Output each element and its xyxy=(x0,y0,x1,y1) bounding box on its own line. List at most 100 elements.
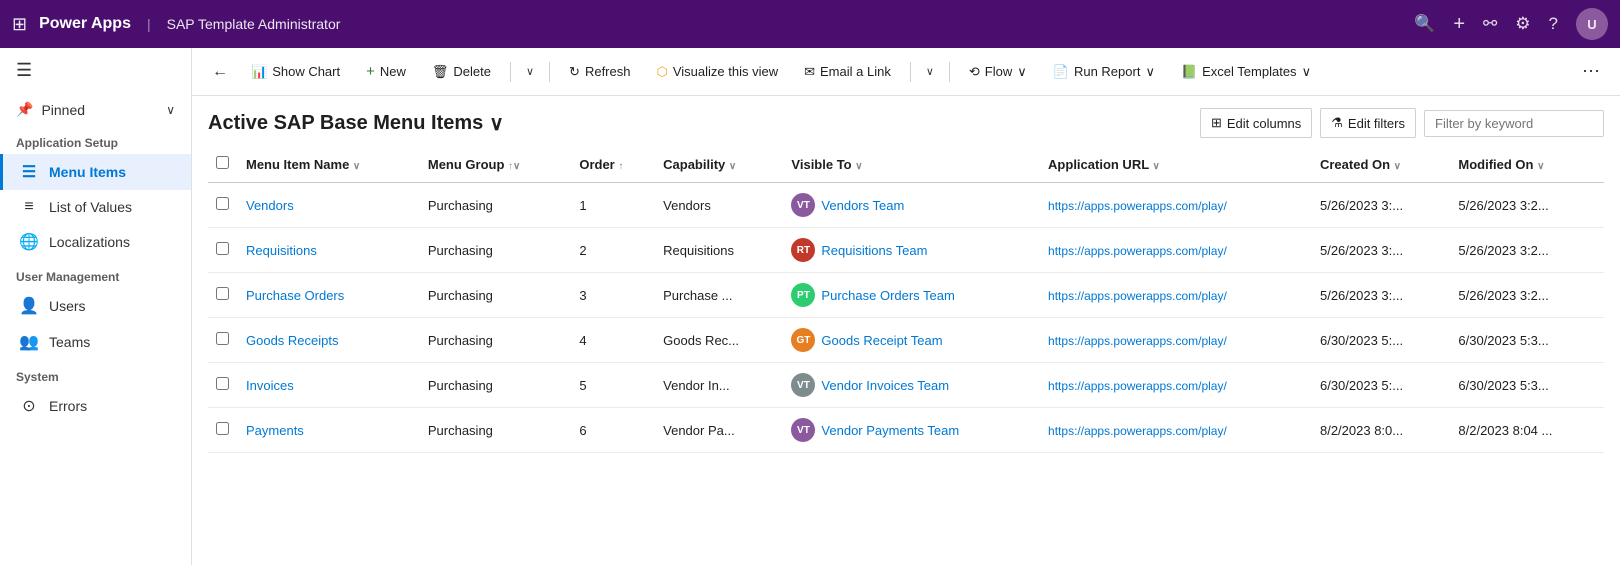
email-link-button[interactable]: ✉ Email a Link xyxy=(793,57,902,87)
delete-button[interactable]: 🗑 Delete xyxy=(421,57,502,87)
row-checkbox[interactable] xyxy=(208,183,238,228)
row-select-checkbox[interactable] xyxy=(216,242,229,255)
row-select-checkbox[interactable] xyxy=(216,197,229,210)
col-header-capability[interactable]: Capability ∨ xyxy=(655,146,783,183)
cell-modified-on: 8/2/2023 8:04 ... xyxy=(1450,408,1604,453)
flow-button[interactable]: ⟲ Flow ∨ xyxy=(958,57,1038,87)
search-icon[interactable]: 🔍 xyxy=(1414,14,1435,34)
team-link[interactable]: Requisitions Team xyxy=(821,243,927,258)
excel-templates-button[interactable]: 📗 Excel Templates ∨ xyxy=(1170,57,1322,87)
row-checkbox[interactable] xyxy=(208,363,238,408)
app-name[interactable]: Power Apps xyxy=(39,15,131,33)
row-checkbox[interactable] xyxy=(208,273,238,318)
new-icon: + xyxy=(366,63,375,80)
row-checkbox[interactable] xyxy=(208,408,238,453)
sort-icon-modified: ∨ xyxy=(1537,161,1544,172)
show-chart-button[interactable]: 📊 Show Chart xyxy=(240,57,351,87)
row-select-checkbox[interactable] xyxy=(216,332,229,345)
cell-app-url: https://apps.powerapps.com/play/ xyxy=(1040,228,1312,273)
settings-icon[interactable]: ⚙ xyxy=(1515,14,1530,34)
menu-item-link[interactable]: Requisitions xyxy=(246,243,317,258)
col-header-order[interactable]: Order ↑ xyxy=(571,146,655,183)
row-select-checkbox[interactable] xyxy=(216,377,229,390)
refresh-button[interactable]: ↻ Refresh xyxy=(558,57,641,87)
hamburger-icon[interactable]: ☰ xyxy=(0,48,191,93)
team-link[interactable]: Vendor Payments Team xyxy=(821,423,959,438)
toolbar-sep-1 xyxy=(510,62,511,82)
menu-item-link[interactable]: Goods Receipts xyxy=(246,333,339,348)
team-avatar: VT xyxy=(791,193,815,217)
cell-created-on: 8/2/2023 8:0... xyxy=(1312,408,1450,453)
sort-icon-url: ∨ xyxy=(1153,161,1160,172)
toolbar-sep-2 xyxy=(549,62,550,82)
col-header-app-url[interactable]: Application URL ∨ xyxy=(1040,146,1312,183)
col-header-menu-group[interactable]: Menu Group ↑∨ xyxy=(420,146,571,183)
add-icon[interactable]: + xyxy=(1453,13,1465,36)
more-options-button[interactable]: ⋯ xyxy=(1574,55,1608,88)
app-url-link[interactable]: https://apps.powerapps.com/play/ xyxy=(1048,334,1227,348)
sidebar-item-teams[interactable]: 👥 Teams xyxy=(0,324,191,360)
app-url-link[interactable]: https://apps.powerapps.com/play/ xyxy=(1048,424,1227,438)
sidebar-item-users[interactable]: 👤 Users xyxy=(0,288,191,324)
flow-label: Flow xyxy=(985,64,1012,79)
email-chevron[interactable]: ∨ xyxy=(919,58,941,85)
menu-item-link[interactable]: Vendors xyxy=(246,198,294,213)
app-url-link[interactable]: https://apps.powerapps.com/play/ xyxy=(1048,379,1227,393)
col-header-created-on[interactable]: Created On ∨ xyxy=(1312,146,1450,183)
filter-icon[interactable]: ⚯ xyxy=(1483,14,1497,34)
row-select-checkbox[interactable] xyxy=(216,422,229,435)
top-navigation: ⊞ Power Apps | SAP Template Administrato… xyxy=(0,0,1620,48)
sidebar-item-list-of-values[interactable]: ≡ List of Values xyxy=(0,190,191,224)
sidebar-label-localizations: Localizations xyxy=(49,234,130,250)
sidebar-pinned[interactable]: 📌 Pinned ∨ xyxy=(0,93,191,126)
user-avatar[interactable]: U xyxy=(1576,8,1608,40)
app-url-link[interactable]: https://apps.powerapps.com/play/ xyxy=(1048,244,1227,258)
edit-filters-button[interactable]: ⚗ Edit filters xyxy=(1320,108,1416,138)
localizations-icon: 🌐 xyxy=(19,232,39,252)
help-icon[interactable]: ? xyxy=(1549,14,1558,34)
new-button[interactable]: + New xyxy=(355,56,417,87)
sidebar-item-errors[interactable]: ⊙ Errors xyxy=(0,388,191,424)
back-button[interactable]: ← xyxy=(204,59,236,85)
cell-order: 3 xyxy=(571,273,655,318)
team-link[interactable]: Vendors Team xyxy=(821,198,904,213)
sidebar-item-menu-items[interactable]: ☰ Menu Items xyxy=(0,154,191,190)
email-icon: ✉ xyxy=(804,64,815,80)
team-link[interactable]: Goods Receipt Team xyxy=(821,333,942,348)
edit-columns-button[interactable]: ⊞ Edit columns xyxy=(1200,108,1312,138)
edit-columns-icon: ⊞ xyxy=(1211,115,1222,131)
app-url-link[interactable]: https://apps.powerapps.com/play/ xyxy=(1048,289,1227,303)
section-header-system: System xyxy=(0,360,191,388)
cell-capability: Vendor In... xyxy=(655,363,783,408)
page-title[interactable]: Active SAP Base Menu Items ∨ xyxy=(208,111,504,136)
sidebar-label-menu-items: Menu Items xyxy=(49,164,126,180)
row-select-checkbox[interactable] xyxy=(216,287,229,300)
visualize-button[interactable]: ⬡ Visualize this view xyxy=(645,57,789,87)
cell-app-url: https://apps.powerapps.com/play/ xyxy=(1040,273,1312,318)
row-checkbox[interactable] xyxy=(208,228,238,273)
sidebar-item-localizations[interactable]: 🌐 Localizations xyxy=(0,224,191,260)
team-avatar: GT xyxy=(791,328,815,352)
cell-modified-on: 6/30/2023 5:3... xyxy=(1450,318,1604,363)
edit-columns-label: Edit columns xyxy=(1227,116,1301,131)
delete-chevron[interactable]: ∨ xyxy=(519,58,541,85)
col-header-menu-item-name[interactable]: Menu Item Name ∨ xyxy=(238,146,420,183)
run-report-button[interactable]: 📄 Run Report ∨ xyxy=(1042,57,1166,87)
email-label: Email a Link xyxy=(820,64,891,79)
app-url-link[interactable]: https://apps.powerapps.com/play/ xyxy=(1048,199,1227,213)
col-header-modified-on[interactable]: Modified On ∨ xyxy=(1450,146,1604,183)
menu-item-link[interactable]: Invoices xyxy=(246,378,294,393)
team-link[interactable]: Vendor Invoices Team xyxy=(821,378,949,393)
row-checkbox[interactable] xyxy=(208,318,238,363)
list-icon: ≡ xyxy=(19,198,39,216)
grid-icon[interactable]: ⊞ xyxy=(12,14,27,35)
select-all-checkbox[interactable] xyxy=(216,156,229,169)
run-report-icon: 📄 xyxy=(1053,64,1069,80)
col-header-visible-to[interactable]: Visible To ∨ xyxy=(783,146,1040,183)
filter-keyword-input[interactable] xyxy=(1424,110,1604,137)
menu-item-link[interactable]: Purchase Orders xyxy=(246,288,344,303)
team-link[interactable]: Purchase Orders Team xyxy=(821,288,954,303)
toolbar: ← 📊 Show Chart + New 🗑 Delete ∨ ↻ Refres… xyxy=(192,48,1620,96)
menu-item-link[interactable]: Payments xyxy=(246,423,304,438)
show-chart-icon: 📊 xyxy=(251,64,267,80)
